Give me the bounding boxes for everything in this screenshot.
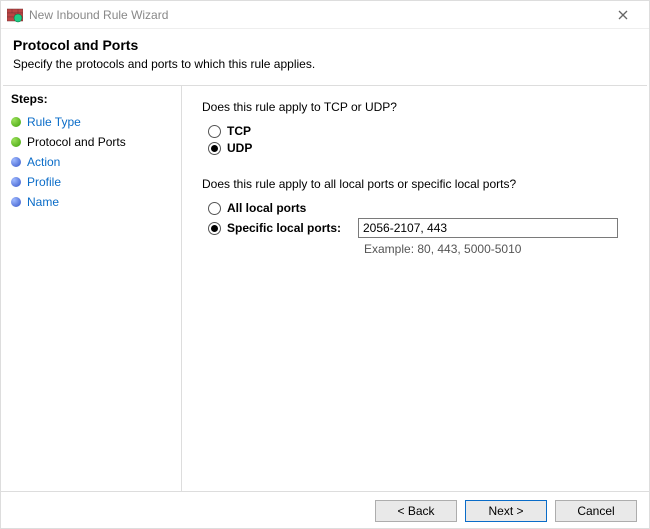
bullet-icon xyxy=(11,117,21,127)
radio-icon xyxy=(208,202,221,215)
ports-question: Does this rule apply to all local ports … xyxy=(202,177,629,191)
firewall-icon xyxy=(7,7,23,23)
radio-label: UDP xyxy=(227,141,252,155)
ports-example: Example: 80, 443, 5000-5010 xyxy=(364,242,629,256)
wizard-body: Steps: Rule Type Protocol and Ports Acti… xyxy=(1,86,649,491)
step-label: Rule Type xyxy=(27,115,81,129)
radio-specific-local-ports[interactable]: Specific local ports: xyxy=(208,218,629,238)
bullet-icon xyxy=(11,157,21,167)
title-bar: New Inbound Rule Wizard xyxy=(1,1,649,29)
wizard-content: Does this rule apply to TCP or UDP? TCP … xyxy=(181,86,649,491)
bullet-icon xyxy=(11,177,21,187)
window-title: New Inbound Rule Wizard xyxy=(29,8,603,22)
step-rule-type[interactable]: Rule Type xyxy=(11,112,171,132)
bullet-icon xyxy=(11,197,21,207)
page-subtitle: Specify the protocols and ports to which… xyxy=(13,57,637,71)
radio-label: TCP xyxy=(227,124,251,138)
protocol-question: Does this rule apply to TCP or UDP? xyxy=(202,100,629,114)
step-label: Protocol and Ports xyxy=(27,135,126,149)
cancel-button[interactable]: Cancel xyxy=(555,500,637,522)
radio-icon xyxy=(208,142,221,155)
next-button[interactable]: Next > xyxy=(465,500,547,522)
radio-all-local-ports[interactable]: All local ports xyxy=(208,201,629,215)
ports-radio-group: All local ports Specific local ports: Ex… xyxy=(208,201,629,256)
step-label: Profile xyxy=(27,175,61,189)
specific-ports-input[interactable] xyxy=(358,218,618,238)
radio-label: Specific local ports: xyxy=(227,221,341,235)
wizard-header: Protocol and Ports Specify the protocols… xyxy=(1,29,649,85)
wizard-footer: < Back Next > Cancel xyxy=(1,491,649,529)
step-profile[interactable]: Profile xyxy=(11,172,171,192)
back-button[interactable]: < Back xyxy=(375,500,457,522)
radio-udp[interactable]: UDP xyxy=(208,141,629,155)
radio-label: All local ports xyxy=(227,201,306,215)
steps-sidebar: Steps: Rule Type Protocol and Ports Acti… xyxy=(1,86,181,491)
step-action[interactable]: Action xyxy=(11,152,171,172)
step-label: Action xyxy=(27,155,60,169)
step-protocol-and-ports[interactable]: Protocol and Ports xyxy=(11,132,171,152)
step-name[interactable]: Name xyxy=(11,192,171,212)
radio-icon xyxy=(208,222,221,235)
steps-heading: Steps: xyxy=(11,92,171,106)
bullet-icon xyxy=(11,137,21,147)
radio-icon xyxy=(208,125,221,138)
protocol-radio-group: TCP UDP xyxy=(208,124,629,155)
close-icon[interactable] xyxy=(603,2,643,28)
step-label: Name xyxy=(27,195,59,209)
page-title: Protocol and Ports xyxy=(13,37,637,53)
radio-tcp[interactable]: TCP xyxy=(208,124,629,138)
